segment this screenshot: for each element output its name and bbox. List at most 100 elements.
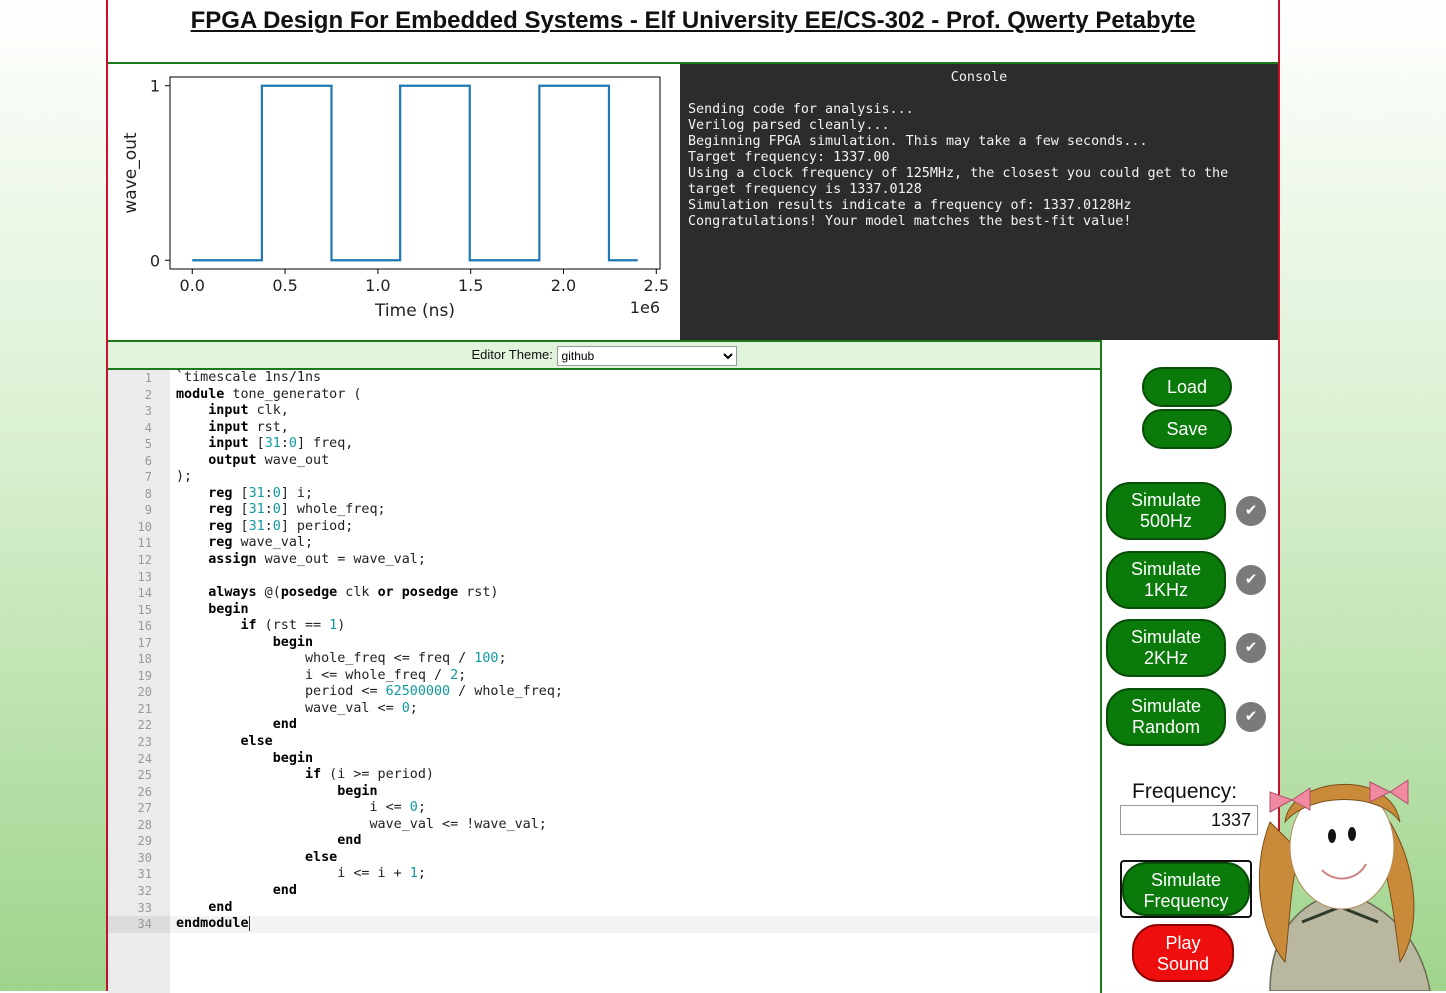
line-number: 27 [137,801,152,816]
code-line[interactable]: end [170,900,1100,917]
line-number: 2 [144,387,152,402]
code-lines[interactable]: `timescale 1ns/1ns module tone_generator … [170,370,1100,933]
line-number: 16 [137,619,152,634]
x-tick-label: 1.5 [458,276,483,295]
code-line[interactable] [170,569,1100,586]
console-line: Sending code for analysis... [688,102,914,117]
frequency-label: Frequency: [1132,780,1238,803]
code-line[interactable]: reg [31:0] i; [170,486,1100,503]
console-panel: Console Sending code for analysis... Veri… [680,64,1278,340]
simulate-button-label: Random [1131,716,1201,737]
line-number: 4 [144,420,152,435]
simulate-button-label: 1KHz [1143,579,1188,600]
editor-theme-bar: Editor Theme: github [108,342,1100,370]
x-tick-label: 0.0 [180,276,205,295]
code-line[interactable]: whole_freq <= freq / 100; [170,651,1100,668]
line-number: 19 [137,668,152,683]
code-line[interactable]: i <= 0; [170,800,1100,817]
line-number: 3 [144,404,152,419]
simulate-button-2[interactable]: Simulate 2KHz [1106,619,1226,677]
line-number-gutter: 1 2 3 4 5 6 7 8 9 10 11 12 13 14 15 16 17 18 19 20 21 22 23 24 2… [108,370,170,993]
x-tick-label: 1.0 [365,276,390,295]
console-line: Verilog parsed cleanly... [688,118,890,133]
code-line[interactable]: wave_val <= 0; [170,701,1100,718]
check-icon: ✔ [1236,496,1266,526]
line-number: 26 [137,784,152,799]
code-line[interactable]: end [170,833,1100,850]
code-line[interactable]: input [31:0] freq, [170,436,1100,453]
code-line[interactable]: i <= whole_freq / 2; [170,668,1100,685]
line-number: 33 [137,900,152,915]
code-line[interactable]: else [170,734,1100,751]
page-title: FPGA Design For Embedded Systems - Elf U… [190,7,1196,34]
editor-theme-select[interactable]: github [556,345,737,366]
simulate-button-3[interactable]: Simulate Random [1106,687,1226,746]
code-line[interactable]: reg [31:0] whole_freq; [170,502,1100,519]
code-line[interactable]: reg [31:0] period; [170,519,1100,536]
play-sound-button[interactable]: Play Sound [1132,924,1234,982]
simulate-button-label: Simulate [1130,627,1202,647]
check-icon: ✔ [1236,701,1266,732]
code-line[interactable]: `timescale 1ns/1ns [170,370,1100,387]
x-tick-label: 0.5 [272,276,297,295]
line-number: 20 [137,685,152,700]
simulate-button-label: Simulate [1130,490,1202,510]
line-number: 25 [137,768,152,783]
console-line: Congratulations! Your model matches the … [688,214,1132,229]
line-number: 15 [137,602,152,617]
x-tick-label: 2.5 [644,276,669,295]
code-line[interactable]: end [170,717,1100,734]
check-icon: ✔ [1236,633,1266,663]
code-line[interactable]: begin [170,635,1100,652]
line-number: 1 [144,371,152,385]
line-number: 11 [137,536,152,551]
code-line[interactable]: else [170,850,1100,867]
code-line[interactable]: input clk, [170,403,1100,420]
line-number: 8 [144,486,152,501]
console-line: Using a clock frequency of 125MHz, the c… [688,166,1237,197]
simulate-button-0[interactable]: Simulate 500Hz [1106,482,1226,540]
line-number: 29 [137,834,152,849]
code-line[interactable]: end [170,883,1100,900]
line-number: 21 [137,701,152,716]
title-bar: FPGA Design For Embedded Systems - Elf U… [108,0,1278,64]
code-line[interactable]: module tone_generator ( [170,387,1100,404]
code-line[interactable]: output wave_out [170,453,1100,470]
save-button[interactable]: Save [1142,409,1232,449]
play-sound-line2: Sound [1156,954,1210,974]
code-line[interactable]: i <= i + 1; [170,866,1100,883]
check-icon: ✔ [1236,564,1266,595]
code-line[interactable]: begin [170,751,1100,768]
waveform-plot: 0.0 0.5 1.0 1.5 2.0 2.5 0 1 Time (ns) 1e6 wave_out [108,64,680,340]
code-line[interactable]: reg wave_val; [170,535,1100,552]
code-line[interactable]: if (rst == 1) [170,618,1100,635]
load-button[interactable]: Load [1142,367,1232,407]
line-number: 14 [137,586,152,601]
elf-mascot-illustration [1258,779,1431,991]
code-line[interactable]: if (i >= period) [170,767,1100,784]
x-axis-multiplier: 1e6 [630,298,660,317]
code-line[interactable]: assign wave_out = wave_val; [170,552,1100,569]
y-axis-label: wave_out [121,132,141,214]
code-line[interactable]: input rst, [170,420,1100,437]
code-line[interactable]: always @(posedge clk or posedge rst) [170,585,1100,602]
code-line[interactable]: endmodule [170,916,1100,933]
code-line[interactable]: ); [170,469,1100,486]
line-number: 12 [137,553,152,568]
wave-out-series-line [192,84,638,262]
line-number: 30 [137,850,152,865]
code-line[interactable]: begin [170,602,1100,619]
code-line[interactable]: period <= 62500000 / whole_freq; [170,684,1100,701]
code-line[interactable]: begin [170,784,1100,801]
line-number: 9 [144,503,152,518]
editor-panel: Editor Theme: github 1 2 3 4 5 6 7 8 9 10 11 12 13 14… [108,340,1102,993]
simulate-button-label: 2KHz [1143,648,1188,668]
console-line: Simulation results indicate a frequency … [688,198,1132,213]
line-number: 18 [137,652,152,667]
simulate-button-label: 500Hz [1139,511,1193,531]
simulate-button-1[interactable]: Simulate 1KHz [1106,550,1226,609]
code-line[interactable]: wave_val <= !wave_val; [170,817,1100,834]
simulate-button-label: Simulate [1130,695,1202,716]
code-editor[interactable]: 1 2 3 4 5 6 7 8 9 10 11 12 13 14 15 16 17 18 19 20 21 22 23 24 2… [108,370,1100,993]
plot-frame [169,76,661,270]
